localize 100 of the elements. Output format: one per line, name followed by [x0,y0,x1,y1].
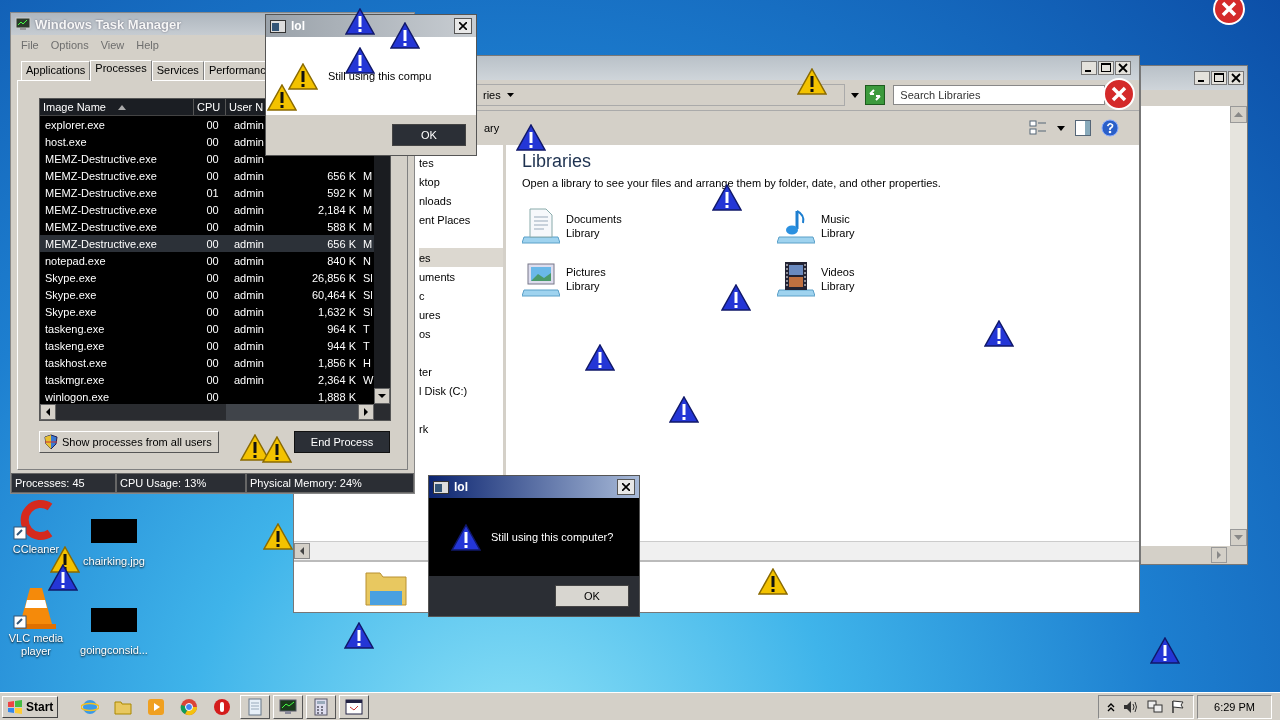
warning-icon [263,523,293,550]
process-row[interactable]: MEMZ-Destructive.exe 01 admin 592 K M [40,184,374,201]
nav-item[interactable]: es [419,248,503,267]
process-row[interactable]: taskmgr.exe 00 admin 2,364 K W [40,371,374,388]
column-header[interactable]: CPU [197,101,221,113]
flag-icon[interactable] [1171,699,1186,714]
speaker-icon[interactable] [1123,699,1140,714]
memory-value: 840 K [326,254,357,267]
ok-button[interactable]: OK [392,124,466,146]
process-row[interactable]: MEMZ-Destructive.exe 00 admin 2,184 K M [40,201,374,218]
process-name: notepad.exe [44,254,107,267]
taskbar-button[interactable] [273,694,304,719]
nav-item[interactable]: ent Places [419,210,503,229]
refresh-icon[interactable] [865,85,886,105]
nav-item[interactable]: ter [419,362,503,381]
taskbar-button[interactable] [339,694,370,719]
end-process-button[interactable]: End Process [294,431,390,453]
maximize-icon[interactable] [1211,71,1227,85]
menu-item[interactable]: View [94,39,131,51]
close-button[interactable] [454,18,472,34]
process-row[interactable]: MEMZ-Destructive.exe 00 admin 656 K M [40,235,374,252]
start-button[interactable]: Start [2,695,59,718]
library-item[interactable]: Videos Library [777,260,1032,297]
clock[interactable]: 6:29 PM [1197,694,1272,719]
cpu-value: 00 [205,220,220,233]
close-icon[interactable] [1228,71,1244,85]
memory-value: 1,888 K [317,390,357,403]
nav-item[interactable]: c [419,286,503,305]
close-button[interactable] [617,479,635,495]
cpu-value: 00 [205,288,220,301]
user-name: admin [233,118,265,131]
process-row[interactable]: MEMZ-Destructive.exe 00 admin [40,150,374,167]
chevron-up-icon[interactable] [1107,701,1116,712]
process-row[interactable]: MEMZ-Destructive.exe 00 admin 588 K M [40,218,374,235]
library-item[interactable]: Documents Library [522,207,777,244]
search-field[interactable]: Search Libraries [893,85,1105,105]
cpu-value: 00 [205,271,220,284]
shortcut-label: goingconsid... [79,644,149,657]
nav-item[interactable]: tes [419,153,503,172]
minimize-icon[interactable] [1194,71,1210,85]
process-row[interactable]: taskeng.exe 00 admin 944 K T [40,337,374,354]
process-row[interactable]: taskeng.exe 00 admin 964 K T [40,320,374,337]
breadcrumb[interactable]: ries [483,89,501,101]
scroll-right-icon[interactable] [358,404,374,420]
taskbar-button[interactable] [240,694,271,719]
nav-item[interactable]: rk [419,419,503,438]
nav-item[interactable]: l Disk (C:) [419,381,503,400]
memory-value: 26,856 K [310,271,357,284]
tab[interactable]: Applications [21,61,91,80]
help-icon[interactable] [1101,119,1119,137]
network-icon[interactable] [1147,699,1164,714]
cpu-value: 00 [205,169,220,182]
status-text: Physical Memory: 24% [246,473,414,493]
nav-item[interactable]: os [419,324,503,343]
show-all-processes-button[interactable]: Show processes from all users [39,431,219,453]
dialog-message: Still using this computer? [491,531,614,543]
user-name: admin [233,220,265,233]
process-row[interactable]: MEMZ-Destructive.exe 00 admin 656 K M [40,167,374,184]
library-item[interactable]: Pictures Library [522,260,777,297]
warning-icon [669,396,699,423]
taskbar-button[interactable] [306,694,337,719]
column-header[interactable]: User N [229,101,264,113]
nav-item[interactable]: ures [419,305,503,324]
process-row[interactable]: Skype.exe 00 admin 60,464 K Sl [40,286,374,303]
caret-icon[interactable] [1057,125,1065,131]
process-list[interactable] [39,98,391,421]
warning-icon [984,320,1014,347]
column-header[interactable]: Image Name [43,101,106,113]
close-icon[interactable] [1115,61,1131,75]
description-value: N [362,254,372,267]
nav-item[interactable]: uments [419,267,503,286]
maximize-icon[interactable] [1098,61,1114,75]
view-options-icon[interactable] [1029,120,1047,136]
caret-icon[interactable] [851,92,860,98]
nav-item[interactable]: ktop [419,172,503,191]
tab[interactable]: Services [151,61,204,80]
process-row[interactable]: notepad.exe 00 admin 840 K N [40,252,374,269]
process-name: MEMZ-Destructive.exe [44,237,158,250]
process-row[interactable]: taskhost.exe 00 admin 1,856 K H [40,354,374,371]
process-row[interactable]: Skype.exe 00 admin 1,632 K Sl [40,303,374,320]
library-item[interactable]: Music Library [777,207,1032,244]
process-row[interactable]: winlogon.exe 00 1,888 K [40,388,374,404]
warning-icon [1150,637,1180,664]
scroll-down-icon[interactable] [374,388,390,404]
toolbar-button[interactable]: ary [484,122,500,134]
ok-button[interactable]: OK [555,585,629,607]
app-icon [213,697,232,716]
user-name: admin [233,356,265,369]
music-note-icon [777,207,815,244]
preview-pane-icon[interactable] [1075,120,1091,136]
tab[interactable]: Processes [90,60,152,81]
nav-item[interactable]: nloads [419,191,503,210]
scroll-left-icon[interactable] [40,404,56,420]
process-row[interactable]: Skype.exe 00 admin 26,856 K Sl [40,269,374,286]
warning-icon [344,622,374,649]
description-value: Sl [362,305,374,318]
scroll-left-icon[interactable] [294,543,310,559]
warning-icon [345,8,375,35]
minimize-icon[interactable] [1081,61,1097,75]
library-name: Music [821,212,851,225]
